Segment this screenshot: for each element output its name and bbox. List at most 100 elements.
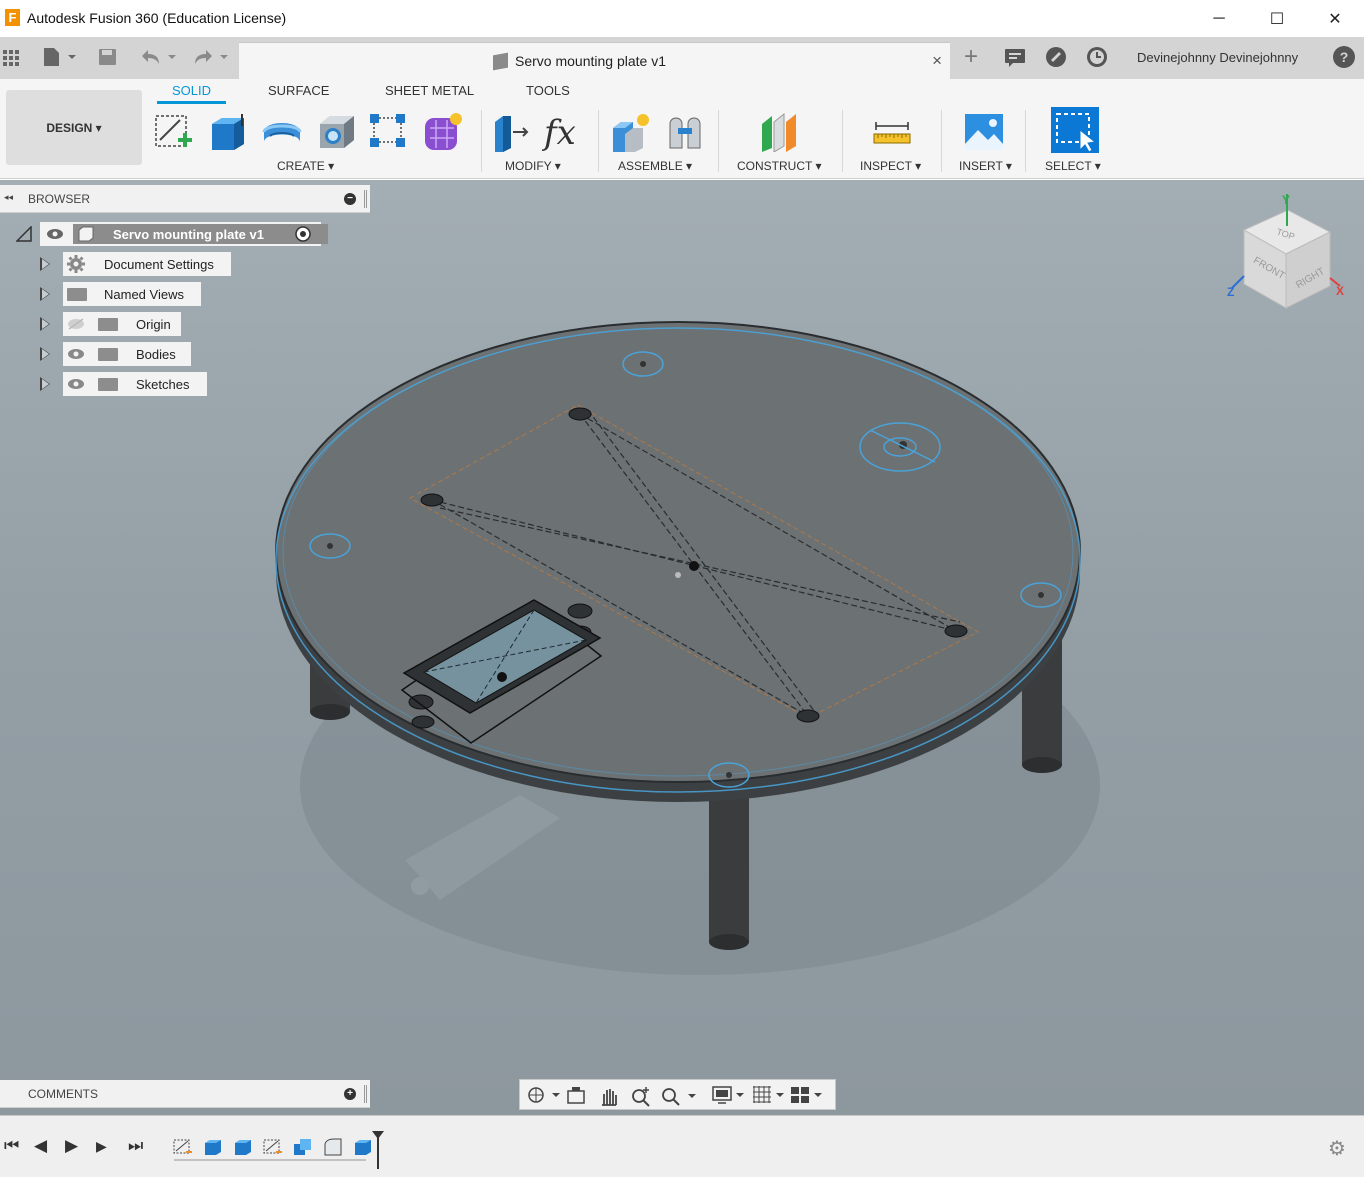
close-button[interactable]: ✕ [1306, 0, 1364, 37]
folder-icon [67, 288, 87, 301]
display-settings-icon[interactable] [712, 1085, 748, 1105]
activate-component-icon[interactable] [295, 226, 311, 242]
shell-icon[interactable] [314, 110, 356, 152]
visibility-eye-icon[interactable] [67, 348, 85, 360]
timeline-previous-button[interactable]: ◀ [34, 1136, 47, 1156]
timeline-play-button[interactable]: ▶ [65, 1136, 78, 1156]
maximize-button[interactable]: ☐ [1248, 0, 1306, 37]
workspace-switcher-button[interactable]: DESIGN ▾ [6, 90, 142, 165]
viewports-icon[interactable] [790, 1085, 826, 1105]
create-sketch-icon[interactable] [152, 110, 194, 152]
orbit-icon[interactable] [526, 1085, 562, 1105]
browser-options-icon[interactable]: − [344, 193, 356, 205]
zoom-icon[interactable] [630, 1085, 652, 1107]
timeline-sketch-icon[interactable] [172, 1137, 194, 1157]
browser-item-bodies[interactable]: Bodies [63, 342, 191, 366]
view-cube[interactable] [1231, 194, 1341, 309]
hidden-eye-icon[interactable] [67, 318, 85, 330]
visibility-eye-icon[interactable] [46, 228, 64, 240]
assemble-menu[interactable]: ASSEMBLE ▾ [618, 159, 692, 173]
create-menu[interactable]: CREATE ▾ [277, 159, 334, 173]
look-at-icon[interactable] [566, 1085, 586, 1105]
timeline-settings-icon[interactable]: ⚙ [1328, 1136, 1346, 1161]
browser-root-component[interactable]: Servo mounting plate v1 [40, 222, 328, 246]
leg-front[interactable] [709, 790, 749, 950]
timeline-fillet-icon[interactable] [322, 1137, 344, 1157]
insert-menu[interactable]: INSERT ▾ [959, 159, 1012, 173]
save-icon[interactable] [98, 48, 118, 66]
zoom-window-icon[interactable] [660, 1085, 698, 1107]
3d-canvas[interactable]: TOP FRONT RIGHT Y Z X [0, 180, 1364, 1115]
file-icon[interactable] [42, 47, 78, 67]
pan-icon[interactable] [598, 1085, 620, 1107]
folder-icon [98, 348, 118, 361]
select-menu[interactable]: SELECT ▾ [1045, 159, 1101, 173]
expand-sketches-icon[interactable] [40, 377, 50, 391]
redo-icon[interactable] [190, 48, 232, 66]
timeline-next-button[interactable]: ▶ [96, 1138, 107, 1155]
browser-item-label: Origin [136, 317, 171, 332]
ribbon-separator [598, 110, 599, 172]
inspect-menu[interactable]: INSPECT ▾ [860, 159, 921, 173]
insert-image-icon[interactable] [962, 110, 1004, 152]
user-account-name[interactable]: Devinejohnny Devinejohnny [1137, 50, 1298, 65]
expand-named-views-icon[interactable] [40, 287, 50, 301]
expand-origin-icon[interactable] [40, 317, 50, 331]
timeline-last-button[interactable]: ⏭ [128, 1136, 143, 1156]
document-tab[interactable]: Servo mounting plate v1 × [239, 42, 950, 79]
tab-tools[interactable]: TOOLS [526, 83, 570, 98]
press-pull-icon[interactable] [489, 110, 531, 152]
extrude-icon[interactable] [206, 110, 248, 152]
minimize-button[interactable]: ─ [1190, 0, 1248, 37]
extensions-icon[interactable] [1045, 46, 1067, 68]
timeline-sketch-icon[interactable] [262, 1137, 284, 1157]
job-status-icon[interactable] [1004, 46, 1026, 68]
browser-item-label: Named Views [104, 287, 184, 302]
axis-z-label: Z [1227, 285, 1234, 299]
undo-icon[interactable] [138, 48, 180, 66]
rectangular-pattern-icon[interactable] [368, 110, 410, 152]
model-viewport[interactable]: TOP FRONT RIGHT Y Z X [0, 180, 1364, 1115]
select-tool-icon[interactable] [1050, 106, 1100, 154]
timeline-bar: ⏮ ◀ ▶ ▶ ⏭ ⚙ [0, 1115, 1364, 1177]
browser-item-named-views[interactable]: Named Views [63, 282, 201, 306]
browser-item-origin[interactable]: Origin [63, 312, 181, 336]
expand-bodies-icon[interactable] [40, 347, 50, 361]
timeline-marker[interactable] [370, 1129, 386, 1171]
close-tab-icon[interactable]: × [932, 51, 942, 71]
timeline-combine-icon[interactable] [292, 1137, 314, 1157]
create-form-icon[interactable] [422, 110, 464, 152]
measure-icon[interactable] [870, 110, 912, 152]
notifications-clock-icon[interactable] [1086, 46, 1108, 68]
timeline-first-button[interactable]: ⏮ [4, 1136, 19, 1156]
modify-menu[interactable]: MODIFY ▾ [505, 159, 561, 173]
tab-sheet-metal[interactable]: SHEET METAL [385, 83, 474, 98]
browser-item-sketches[interactable]: Sketches [63, 372, 207, 396]
tab-solid[interactable]: SOLID [157, 83, 227, 104]
offset-plane-icon[interactable] [758, 110, 800, 152]
revolve-icon[interactable] [260, 110, 302, 152]
grid-settings-icon[interactable] [752, 1085, 788, 1105]
expand-document-settings-icon[interactable] [40, 257, 50, 271]
timeline-extrude-icon[interactable] [202, 1137, 224, 1157]
grid-icon[interactable] [2, 49, 20, 67]
change-parameters-icon[interactable]: fx [542, 110, 590, 152]
browser-item-document-settings[interactable]: Document Settings [63, 252, 231, 276]
new-component-icon[interactable] [609, 110, 651, 152]
visibility-eye-icon[interactable] [67, 378, 85, 390]
construct-menu[interactable]: CONSTRUCT ▾ [737, 159, 821, 173]
new-tab-button[interactable]: + [960, 43, 982, 70]
window-title: Autodesk Fusion 360 (Education License) [27, 10, 287, 26]
joint-icon[interactable] [664, 110, 706, 152]
timeline-extrude-icon[interactable] [232, 1137, 254, 1157]
browser-panel-header[interactable]: ◂◂ BROWSER − [0, 185, 370, 213]
collapse-root-icon[interactable] [16, 226, 32, 242]
tab-surface[interactable]: SURFACE [268, 83, 329, 98]
panel-pin-icon[interactable] [364, 190, 367, 208]
plate-top-face[interactable] [275, 321, 1081, 783]
help-icon[interactable]: ? [1333, 46, 1355, 68]
collapse-browser-icon[interactable]: ◂◂ [4, 192, 13, 203]
add-comment-icon[interactable]: + [344, 1088, 356, 1100]
panel-pin-icon[interactable] [364, 1085, 367, 1103]
comments-panel-header[interactable]: COMMENTS + [0, 1080, 370, 1108]
